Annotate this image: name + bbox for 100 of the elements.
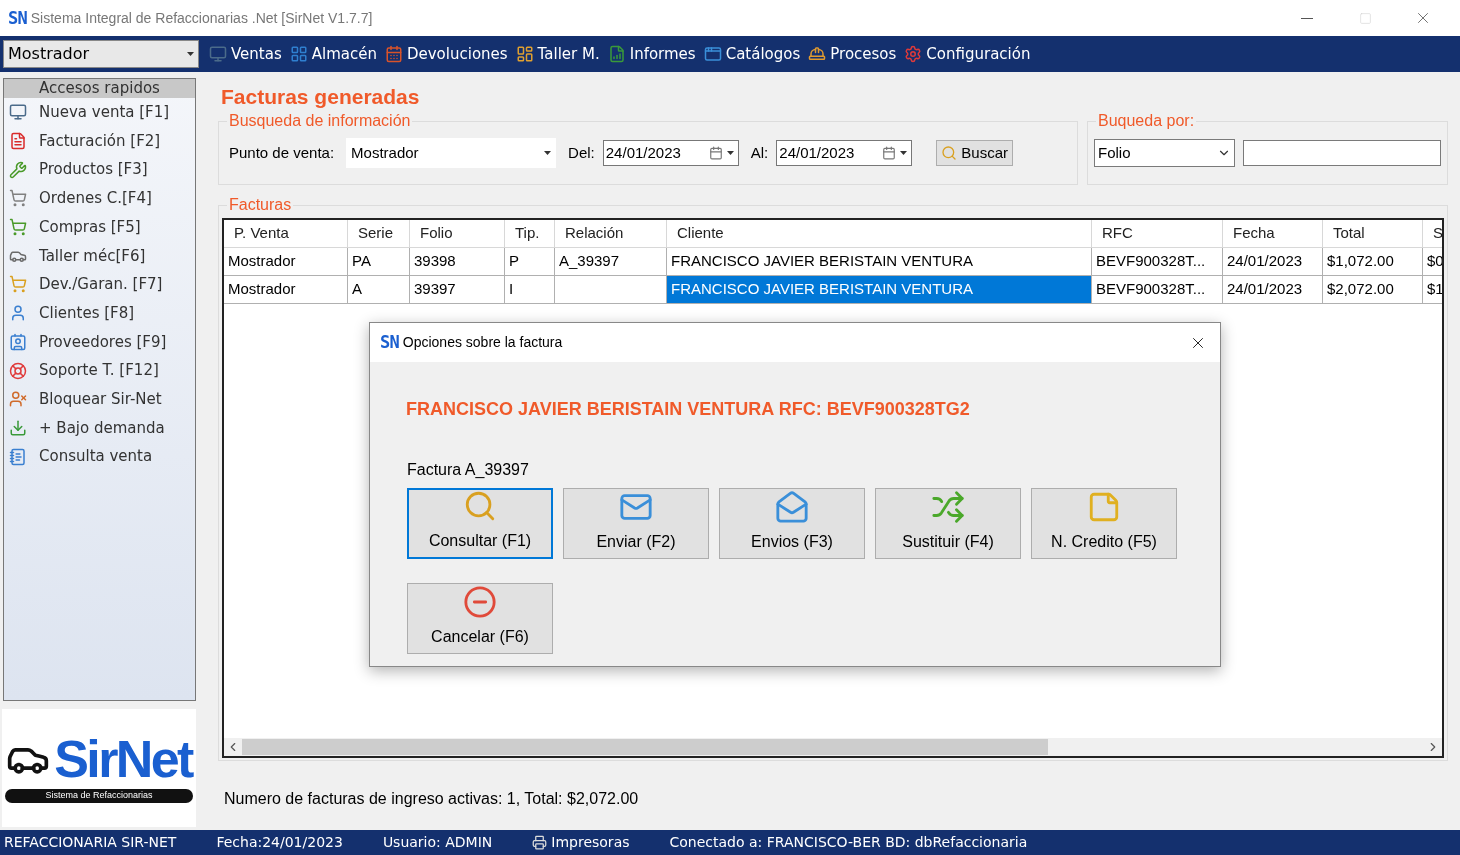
monitor-icon — [9, 103, 27, 122]
table-cell: 24/01/2023 — [1223, 248, 1323, 276]
window-title: Sistema Integral de Refaccionarias .Net [SirNet V1.7.7] — [30, 8, 373, 28]
summary-text: Numero de facturas de ingreso activas: 1, Total: $2,072.00 — [224, 789, 640, 809]
contact-card-icon — [9, 332, 27, 351]
status-text: Fecha:24/01/2023 — [216, 833, 343, 852]
shuffle-icon — [931, 490, 965, 524]
settings-icon — [904, 45, 923, 63]
table-cell: PA — [348, 248, 410, 276]
column-header[interactable]: Total — [1323, 220, 1423, 248]
note-icon — [1087, 490, 1121, 524]
table-cell: $1,072.00 — [1323, 248, 1423, 276]
column-header[interactable]: P. Venta — [224, 220, 348, 248]
menu-item[interactable]: Catálogos — [703, 42, 801, 66]
quick-access-item[interactable]: Proveedores [F9] — [4, 327, 195, 357]
dropdown-caret-icon — [726, 151, 734, 155]
quick-access-item[interactable]: Taller méc[F6] — [4, 241, 195, 271]
from-date-picker[interactable]: 24/01/2023 — [602, 140, 739, 166]
quick-access-item[interactable]: Nueva venta [F1] — [4, 98, 195, 127]
scrollbar-thumb[interactable] — [242, 739, 1048, 755]
minimize-icon — [1301, 17, 1313, 19]
app-logo: SN — [380, 334, 399, 351]
status-text: REFACCIONARIA SIR-NET — [4, 833, 177, 852]
panel-header: Accesos rapidos — [4, 79, 195, 98]
search-by-select[interactable]: Folio — [1094, 139, 1235, 167]
quick-access-item[interactable]: Compras [F5] — [4, 212, 195, 242]
option-button[interactable]: Enviar (F2) — [563, 488, 709, 559]
logo-tagline: Sistema de Refaccionarias — [5, 789, 193, 803]
option-button[interactable]: N. Credito (F5) — [1031, 488, 1177, 559]
notebook-icon — [9, 447, 27, 466]
menu-item[interactable]: Informes — [607, 42, 696, 66]
table-cell: BEVF900328T... — [1092, 276, 1223, 304]
option-button[interactable]: Envios (F3) — [719, 488, 865, 559]
quick-access-item[interactable]: Ordenes C.[F4] — [4, 184, 195, 213]
search-value-input[interactable] — [1243, 140, 1441, 166]
menu-item[interactable]: Configuración — [904, 42, 1031, 66]
column-header[interactable]: Fecha — [1223, 220, 1323, 248]
column-header[interactable]: Folio — [410, 220, 505, 248]
option-button[interactable]: Cancelar (F6) — [407, 583, 553, 654]
column-header[interactable]: Tip. — [505, 220, 555, 248]
user-icon — [9, 304, 27, 323]
printer-icon — [532, 835, 548, 850]
column-header[interactable]: Relación — [555, 220, 667, 248]
logo-wordmark: SirNet — [54, 733, 192, 786]
menu-item[interactable]: Taller M. — [515, 42, 600, 66]
column-header[interactable]: Cliente — [667, 220, 1092, 248]
quick-access-item[interactable]: Bloquear Sir-Net — [4, 384, 195, 414]
column-header[interactable]: RFC — [1092, 220, 1223, 248]
tiles-icon — [515, 45, 534, 63]
table-cell: P — [505, 248, 555, 276]
monitor-icon — [209, 45, 227, 63]
table-cell: Mostrador — [224, 276, 348, 304]
quick-access-item[interactable]: Facturación [F2] — [4, 126, 195, 156]
printers-button[interactable]: Impresoras — [532, 832, 630, 853]
cart-icon — [9, 218, 27, 237]
menu-item[interactable]: Almacén — [289, 42, 377, 66]
calendar-icon — [384, 45, 403, 63]
user-icon — [9, 390, 27, 409]
option-button[interactable]: Consultar (F1) — [407, 488, 553, 559]
lifebuoy-icon — [9, 361, 27, 380]
column-header[interactable]: S — [1423, 220, 1442, 248]
open-envelope-icon — [775, 490, 809, 524]
menu-item[interactable]: Ventas — [209, 42, 282, 66]
dialog-title: Opciones sobre la factura — [402, 333, 563, 352]
search-icon — [941, 145, 958, 161]
dropdown-caret-icon — [544, 151, 552, 155]
quick-access-item[interactable]: Soporte T. [F12] — [4, 356, 195, 385]
client-heading: FRANCISCO JAVIER BERISTAIN VENTURA RFC: BEVF900328TG2 — [406, 398, 971, 421]
maximize-icon — [1358, 11, 1372, 25]
grid-icon — [289, 45, 308, 63]
quick-access-item[interactable]: Dev./Garan. [F7] — [4, 270, 195, 299]
table-cell: A — [348, 276, 410, 304]
point-of-sale-dropdown[interactable]: Mostrador — [3, 40, 199, 68]
search-button[interactable]: Buscar — [936, 140, 1013, 166]
horizontal-scrollbar[interactable] — [224, 738, 1442, 756]
dropdown-caret-icon — [900, 151, 908, 155]
column-header[interactable]: Serie — [348, 220, 410, 248]
document-icon — [9, 132, 27, 151]
table-cell: Mostrador — [224, 248, 348, 276]
group-title: Busqueda de información — [227, 111, 413, 131]
quick-access-item[interactable]: Clientes [F8] — [4, 298, 195, 328]
table-cell: 39397 — [410, 276, 505, 304]
page-title: Facturas generadas — [221, 85, 421, 109]
point-of-sale-select[interactable]: Mostrador — [346, 138, 557, 168]
table-cell: $1 — [1423, 276, 1442, 304]
option-button[interactable]: Sustituir (F4) — [875, 488, 1021, 559]
quick-access-item[interactable]: Consulta venta — [4, 442, 195, 471]
quick-access-item[interactable]: + Bajo demanda — [4, 413, 195, 443]
menu-item[interactable]: Devoluciones — [384, 42, 508, 66]
to-date-picker[interactable]: 24/01/2023 — [776, 140, 913, 166]
table-cell: $2,072.00 — [1323, 276, 1423, 304]
calendar-icon — [882, 146, 897, 160]
quick-access-item[interactable]: Productos [F3] — [4, 155, 195, 185]
status-text: Conectado a: FRANCISCO-BER BD: dbRefaccionaria — [669, 833, 1028, 852]
app-logo: SN — [8, 9, 27, 27]
download-icon — [9, 418, 27, 437]
table-cell: 24/01/2023 — [1223, 276, 1323, 304]
menu-item[interactable]: Procesos — [808, 42, 897, 66]
invoice-label: Factura A_39397 — [407, 460, 530, 480]
status-text: Usuario: ADMIN — [382, 833, 493, 852]
